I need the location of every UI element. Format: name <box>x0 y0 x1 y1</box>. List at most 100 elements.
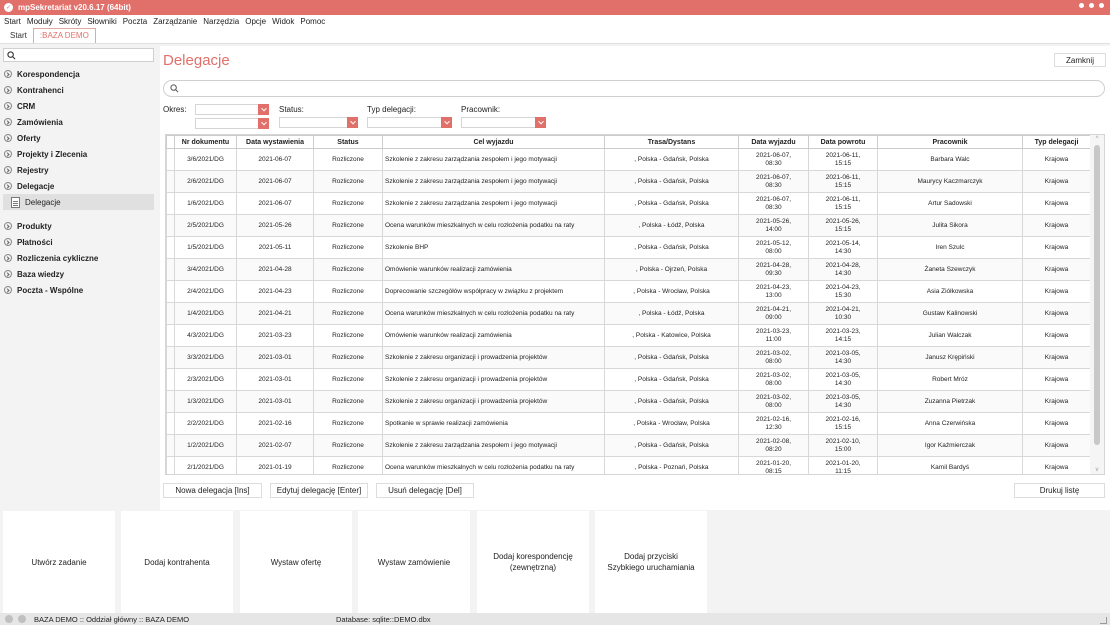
menu-moduly[interactable]: Moduły <box>27 17 53 26</box>
table-row[interactable]: 2/6/2021/DG 2021-06-07 Rozliczone Szkolenie… <box>166 170 1091 193</box>
menu-start[interactable]: Start <box>4 17 21 26</box>
chevron-icon <box>4 270 12 278</box>
sidebar-item-baza-wiedzy[interactable]: Baza wiedzy <box>0 266 157 282</box>
tile-add-correspondence[interactable]: Dodaj korespondencję (zewnętrzną) <box>477 511 589 613</box>
tile-issue-order[interactable]: Wystaw zamówienie <box>358 511 470 613</box>
cell-return: 2021-06-11, 15:15 <box>808 170 878 193</box>
minimize-icon[interactable] <box>1079 3 1084 8</box>
cell-employee: Anna Czerwińska <box>877 412 1023 435</box>
cell-employee: Artur Sadowski <box>877 192 1023 215</box>
sidebar-item-oferty[interactable]: Oferty <box>0 130 157 146</box>
column-header[interactable]: Trasa/Dystans <box>604 135 739 149</box>
menu-zarzadzanie[interactable]: Zarządzanie <box>153 17 197 26</box>
menu-poczta[interactable]: Poczta <box>123 17 147 26</box>
menu-skroty[interactable]: Skróty <box>59 17 82 26</box>
cell-return-text: 11:15 <box>835 467 851 475</box>
table-row[interactable]: 2/2/2021/DG 2021-02-16 Rozliczone Spotkanie… <box>166 412 1091 435</box>
okres-to-select[interactable] <box>195 118 269 129</box>
print-list-button[interactable]: Drukuj listę <box>1014 483 1105 498</box>
cell-route: , Polska - Gdańsk, Polska <box>604 434 739 457</box>
column-header[interactable]: Data powrotu <box>808 135 878 149</box>
scroll-up-icon[interactable]: ^ <box>1094 136 1100 142</box>
table-row[interactable]: 2/3/2021/DG 2021-03-01 Rozliczone Szkolenie… <box>166 368 1091 391</box>
table-row[interactable]: 2/1/2021/DG 2021-01-19 Rozliczone Ocena war… <box>166 456 1091 475</box>
menu-slowniki[interactable]: Słowniki <box>87 17 116 26</box>
tab-baza-demo[interactable]: :BAZA DEMO <box>32 28 96 43</box>
sidebar-item-produkty[interactable]: Produkty <box>0 218 157 234</box>
column-header[interactable]: Status <box>313 135 383 149</box>
status-bar: BAZA DEMO :: Oddział główny :: BAZA DEMO… <box>0 613 1110 625</box>
scroll-down-icon[interactable]: v <box>1094 467 1100 473</box>
cell-departure: 2021-03-02, 08:00 <box>738 346 809 369</box>
cell-purpose: Ocena warunków mieszkalnych w celu rozło… <box>382 302 605 325</box>
cell-type-text: Krajowa <box>1044 441 1069 449</box>
okres-from-select[interactable] <box>195 104 269 115</box>
column-header[interactable]: Data wyjazdu <box>738 135 809 149</box>
status-select[interactable] <box>279 117 358 128</box>
cell-departure-text: 08:00 <box>765 357 782 365</box>
sidebar-item-crm[interactable]: CRM <box>0 98 157 114</box>
table-row[interactable]: 2/5/2021/DG 2021-05-26 Rozliczone Ocena war… <box>166 214 1091 237</box>
tile-add-shortcuts[interactable]: Dodaj przyciski Szybkiego uruchamiania <box>595 511 707 613</box>
table-row[interactable]: 3/4/2021/DG 2021-04-28 Rozliczone Omówienie… <box>166 258 1091 281</box>
sidebar-item-poczta-wspolne[interactable]: Poczta - Wspólne <box>0 282 157 298</box>
table-row[interactable]: 1/4/2021/DG 2021-04-21 Rozliczone Ocena war… <box>166 302 1091 325</box>
sidebar-item-delegacje[interactable]: Delegacje <box>0 178 157 194</box>
tile-issue-offer[interactable]: Wystaw ofertę <box>240 511 352 613</box>
table-row[interactable]: 1/5/2021/DG 2021-05-11 Rozliczone Szkolenie… <box>166 236 1091 259</box>
pracownik-select[interactable] <box>461 117 546 128</box>
chevron-icon <box>4 182 12 190</box>
cell-departure: 2021-06-07, 08:30 <box>738 148 809 171</box>
row-selector <box>166 236 175 259</box>
cell-status-text: Rozliczone <box>332 287 364 295</box>
sidebar-item-rejestry[interactable]: Rejestry <box>0 162 157 178</box>
table-row[interactable]: 1/3/2021/DG 2021-03-01 Rozliczone Szkolenie… <box>166 390 1091 413</box>
sidebar-item-korespondencja[interactable]: Korespondencja <box>0 66 157 82</box>
sidebar-item-rozliczenia[interactable]: Rozliczenia cykliczne <box>0 250 157 266</box>
tile-add-contractor[interactable]: Dodaj kontrahenta <box>121 511 233 613</box>
cell-issue-date-text: 2021-05-26 <box>258 221 292 229</box>
new-delegation-button[interactable]: Nowa delegacja [Ins] <box>163 483 262 498</box>
typ-select[interactable] <box>367 117 452 128</box>
table-row[interactable]: 3/6/2021/DG 2021-06-07 Rozliczone Szkolenie… <box>166 148 1091 171</box>
column-header[interactable]: Cel wyjazdu <box>382 135 605 149</box>
column-header[interactable]: Typ delegacji <box>1022 135 1091 149</box>
table-row[interactable]: 3/3/2021/DG 2021-03-01 Rozliczone Szkolenie… <box>166 346 1091 369</box>
cell-return: 2021-05-26, 15:15 <box>808 214 878 237</box>
sidebar-item-platnosci[interactable]: Płatności <box>0 234 157 250</box>
cell-issue-date: 2021-06-07 <box>236 148 314 171</box>
edit-delegation-button[interactable]: Edytuj delegację [Enter] <box>270 483 368 498</box>
table-row[interactable]: 1/2/2021/DG 2021-02-07 Rozliczone Szkolenie… <box>166 434 1091 457</box>
maximize-icon[interactable] <box>1089 3 1094 8</box>
table-row[interactable]: 2/4/2021/DG 2021-04-23 Rozliczone Doprecowa… <box>166 280 1091 303</box>
vertical-scrollbar[interactable]: ^ v <box>1090 135 1104 474</box>
sidebar-item-zamowienia[interactable]: Zamówienia <box>0 114 157 130</box>
menu-pomoc[interactable]: Pomoc <box>300 17 325 26</box>
table-row[interactable]: 4/3/2021/DG 2021-03-23 Rozliczone Omówienie… <box>166 324 1091 347</box>
tile-create-task[interactable]: Utwórz zadanie <box>3 511 115 613</box>
cell-issue-date: 2021-05-26 <box>236 214 314 237</box>
column-header[interactable]: Data wystawienia <box>236 135 314 149</box>
column-header[interactable]: Pracownik <box>877 135 1023 149</box>
table-row[interactable]: 1/6/2021/DG 2021-06-07 Rozliczone Szkolenie… <box>166 192 1091 215</box>
search-input[interactable] <box>163 80 1105 97</box>
resize-grip-icon[interactable] <box>1100 617 1107 624</box>
filter-label-okres: Okres: <box>163 105 187 114</box>
tab-start[interactable]: Start <box>4 29 33 43</box>
delete-delegation-button[interactable]: Usuń delegację [Del] <box>376 483 474 498</box>
scrollbar-thumb[interactable] <box>1094 145 1100 445</box>
chevron-down-icon <box>441 117 452 128</box>
sidebar-item-projekty[interactable]: Projekty i Zlecenia <box>0 146 157 162</box>
menu-narzedzia[interactable]: Narzędzia <box>203 17 239 26</box>
sidebar-subitem-delegacje[interactable]: Delegacje <box>3 194 154 210</box>
cell-departure-text: 2021-03-23, <box>755 327 792 335</box>
close-window-icon[interactable] <box>1099 3 1104 8</box>
sidebar-item-kontrahenci[interactable]: Kontrahenci <box>0 82 157 98</box>
cell-type: Krajowa <box>1022 368 1091 391</box>
close-button[interactable]: Zamknij <box>1054 53 1106 67</box>
menu-opcje[interactable]: Opcje <box>245 17 266 26</box>
menu-widok[interactable]: Widok <box>272 17 294 26</box>
sidebar-search-input[interactable] <box>3 48 154 62</box>
column-header[interactable]: Nr dokumentu <box>174 135 237 149</box>
cell-route-text: , Polska - Katowice, Polska <box>632 331 711 339</box>
